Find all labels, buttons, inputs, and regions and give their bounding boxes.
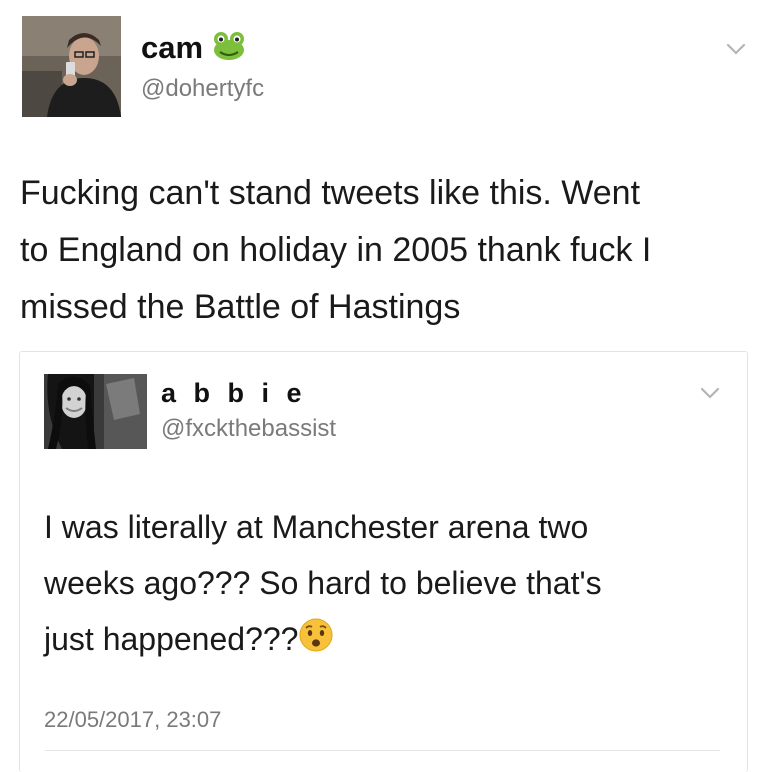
tweet-text-line: to England on holiday in 2005 thank fuck…	[20, 231, 652, 269]
chevron-down-icon[interactable]	[726, 43, 746, 55]
display-name-text: cam	[141, 30, 204, 65]
tweet-text: I was literally at Manchester arena two …	[44, 499, 602, 670]
tweet-text-line: I was literally at Manchester arena two	[44, 509, 589, 545]
avatar[interactable]	[44, 374, 147, 449]
hushed-face-emoji-icon	[298, 614, 334, 670]
tweet-text-line: just happened???	[44, 611, 602, 670]
handle[interactable]: @fxckthebassist	[161, 415, 336, 443]
tweet-text-line: weeks ago??? So hard to believe that's	[44, 565, 602, 601]
chevron-down-icon[interactable]	[700, 387, 720, 399]
tweet-text: Fucking can't stand tweets like this. We…	[20, 165, 651, 336]
frog-emoji-icon	[212, 31, 246, 69]
tweet-text-line: missed the Battle of Hastings	[20, 288, 461, 326]
tweet-text-fragment: just happened???	[44, 621, 299, 657]
profile-photo	[22, 16, 121, 117]
divider	[45, 750, 720, 751]
profile-photo	[44, 374, 147, 449]
display-name[interactable]: a b b i e	[161, 378, 307, 409]
handle[interactable]: @dohertyfc	[141, 75, 264, 103]
tweet-text-line: Fucking can't stand tweets like this. We…	[20, 174, 641, 212]
avatar[interactable]	[22, 16, 121, 117]
display-name[interactable]: cam	[141, 30, 246, 69]
timestamp[interactable]: 22/05/2017, 23:07	[44, 707, 221, 733]
